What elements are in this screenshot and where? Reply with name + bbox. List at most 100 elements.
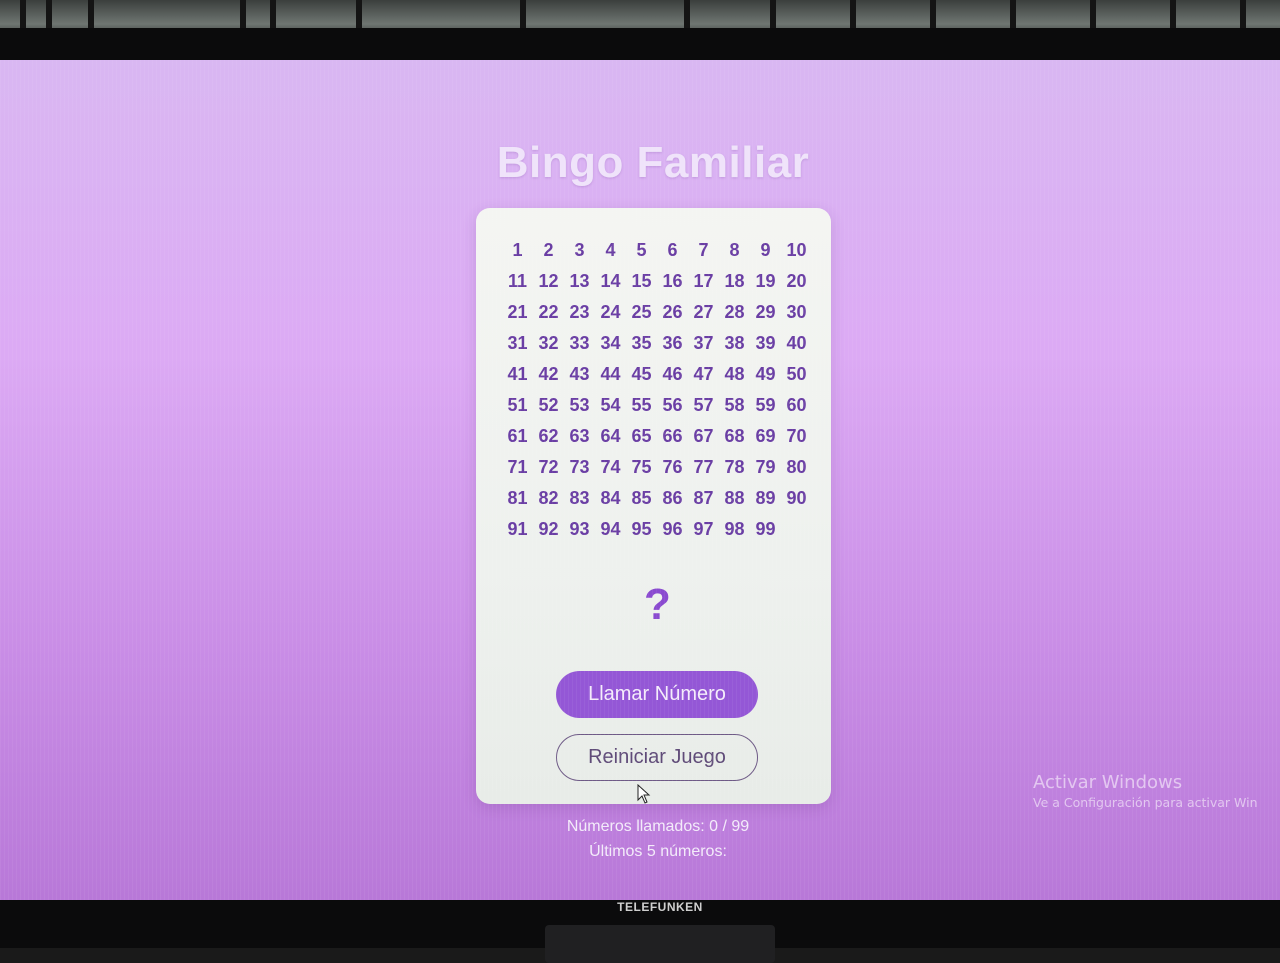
bingo-number: 33 (569, 333, 590, 353)
bingo-number: 20 (786, 271, 807, 291)
bingo-number: 67 (693, 426, 714, 446)
bingo-number: 96 (662, 519, 683, 539)
bingo-number: 12 (538, 271, 559, 291)
bingo-number: 53 (569, 395, 590, 415)
bingo-number: 68 (724, 426, 745, 446)
bingo-number: 25 (631, 302, 652, 322)
bingo-number: 5 (636, 240, 647, 260)
bingo-number: 97 (693, 519, 714, 539)
bingo-number: 65 (631, 426, 652, 446)
bingo-number: 15 (631, 271, 652, 291)
bingo-number: 8 (729, 240, 740, 260)
bingo-number: 91 (507, 519, 528, 539)
bingo-number: 31 (507, 333, 528, 353)
bingo-number: 82 (538, 488, 559, 508)
bingo-number: 69 (755, 426, 776, 446)
bingo-number: 48 (724, 364, 745, 384)
bingo-number: 74 (600, 457, 621, 477)
bingo-number: 60 (786, 395, 807, 415)
bingo-number: 75 (631, 457, 652, 477)
activation-watermark: Activar Windows Ve a Configuración para … (1033, 772, 1258, 810)
bingo-number: 64 (600, 426, 621, 446)
bingo-number: 26 (662, 302, 683, 322)
watermark-subtitle: Ve a Configuración para activar Win (1033, 795, 1258, 810)
watermark-title: Activar Windows (1033, 772, 1183, 793)
bingo-number: 61 (507, 426, 528, 446)
bingo-number: 88 (724, 488, 745, 508)
bingo-number: 84 (600, 488, 621, 508)
bingo-number: 73 (569, 457, 590, 477)
bingo-number: 94 (600, 519, 621, 539)
bingo-number: 49 (755, 364, 776, 384)
bingo-number: 17 (693, 271, 714, 291)
bingo-number: 36 (662, 333, 683, 353)
bingo-card: 1 2 3 4 5 6 7 8 9 10 11 12 13 14 15 16 17 18 19 20 21 22 23 24 2… (476, 208, 831, 804)
tv-stand (545, 925, 775, 963)
bingo-number: 89 (755, 488, 776, 508)
bingo-number: 7 (698, 240, 709, 260)
bingo-number: 19 (755, 271, 776, 291)
bingo-number: 52 (538, 395, 559, 415)
bingo-number: 32 (538, 333, 559, 353)
bingo-number: 90 (786, 488, 807, 508)
bingo-number: 79 (755, 457, 776, 477)
bingo-number: 28 (724, 302, 745, 322)
bingo-number: 16 (662, 271, 683, 291)
bingo-number: 2 (543, 240, 554, 260)
bingo-number: 46 (662, 364, 683, 384)
bingo-number: 47 (693, 364, 714, 384)
mouse-cursor-icon (637, 784, 651, 804)
bingo-number: 66 (662, 426, 683, 446)
bingo-number: 18 (724, 271, 745, 291)
last-five-numbers: Últimos 5 números: (589, 843, 727, 860)
bingo-number: 9 (760, 240, 771, 260)
bingo-number: 62 (538, 426, 559, 446)
bingo-number: 22 (538, 302, 559, 322)
bingo-number: 21 (507, 302, 528, 322)
bingo-number: 58 (724, 395, 745, 415)
bingo-number: 93 (569, 519, 590, 539)
bingo-number: 3 (574, 240, 585, 260)
bingo-number: 13 (569, 271, 590, 291)
bingo-number: 50 (786, 364, 807, 384)
bingo-number: 42 (538, 364, 559, 384)
bingo-number: 38 (724, 333, 745, 353)
bingo-number: 27 (693, 302, 714, 322)
bingo-number: 99 (755, 519, 776, 539)
bingo-number: 83 (569, 488, 590, 508)
bingo-number: 45 (631, 364, 652, 384)
bingo-number: 6 (667, 240, 678, 260)
bingo-number: 54 (600, 395, 621, 415)
bingo-number: 59 (755, 395, 776, 415)
bingo-number: 63 (569, 426, 590, 446)
bingo-number: 41 (507, 364, 528, 384)
bingo-number: 70 (786, 426, 807, 446)
bingo-number: 40 (786, 333, 807, 353)
bingo-number: 1 (512, 240, 523, 260)
bingo-number: 98 (724, 519, 745, 539)
bingo-number: 86 (662, 488, 683, 508)
bingo-number: 72 (538, 457, 559, 477)
bingo-number: 78 (724, 457, 745, 477)
bingo-number: 43 (569, 364, 590, 384)
bingo-number: 29 (755, 302, 776, 322)
bingo-number: 85 (631, 488, 652, 508)
bingo-number: 55 (631, 395, 652, 415)
tv-brand-logo: TELEFUNKEN (617, 900, 703, 914)
called-count: Números llamados: 0 / 99 (566, 818, 750, 835)
bingo-number: 92 (538, 519, 559, 539)
bingo-number: 95 (631, 519, 652, 539)
bingo-number: 77 (693, 457, 714, 477)
page-title: Bingo Familiar (496, 138, 810, 187)
bingo-number: 34 (600, 333, 621, 353)
bingo-number: 4 (605, 240, 616, 260)
bingo-number: 24 (600, 302, 621, 322)
bingo-number: 71 (507, 457, 528, 477)
call-number-button[interactable]: Llamar Número (556, 671, 758, 718)
bingo-number: 37 (693, 333, 714, 353)
bingo-number: 80 (786, 457, 807, 477)
current-number: ? (644, 580, 671, 629)
bingo-number: 56 (662, 395, 683, 415)
reset-game-button[interactable]: Reiniciar Juego (556, 734, 758, 781)
bingo-number: 30 (786, 302, 807, 322)
